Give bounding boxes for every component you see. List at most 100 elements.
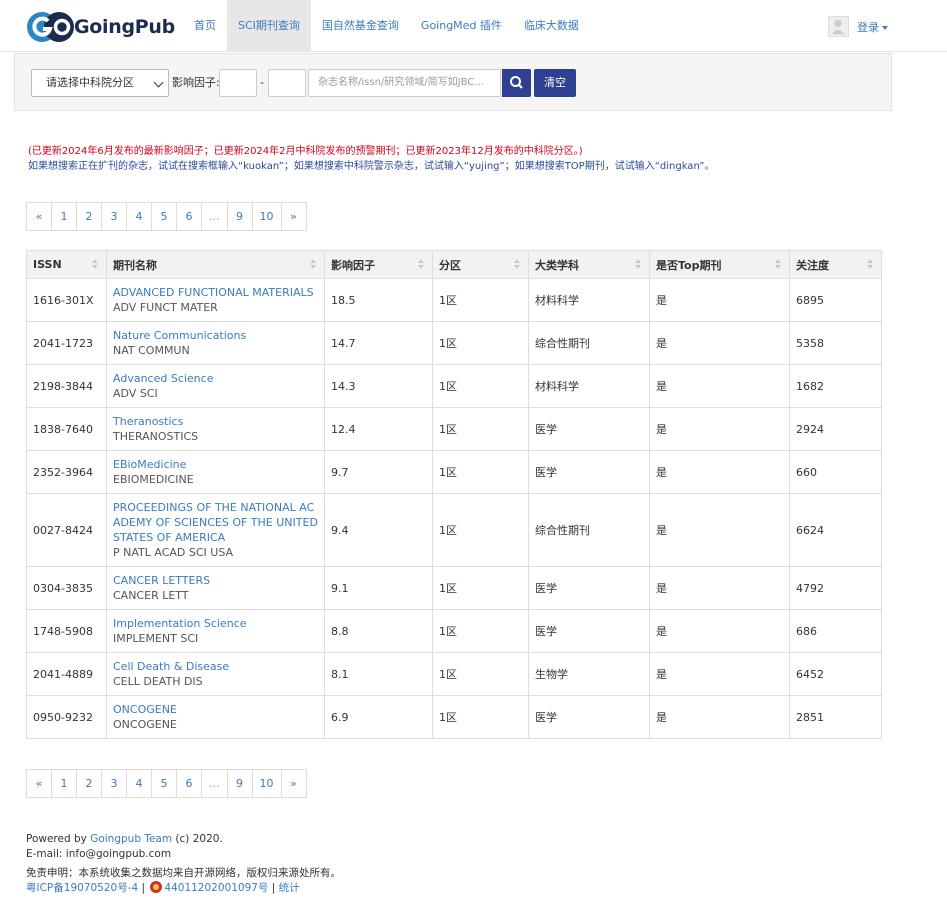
table-row: 0304-3835 CANCER LETTERS CANCER LETT 9.1 … bbox=[26, 566, 882, 610]
cell-issn: 0027-8424 bbox=[26, 493, 107, 567]
nav-clinical-bigdata[interactable]: 临床大数据 bbox=[513, 0, 590, 52]
cell-impact-factor: 9.1 bbox=[324, 566, 433, 610]
cell-attention: 4792 bbox=[789, 566, 882, 610]
page-6[interactable]: 6 bbox=[176, 769, 202, 798]
journal-link[interactable]: PROCEEDINGS OF THE NATIONAL ACADEMY OF S… bbox=[113, 500, 318, 545]
chevron-down-icon bbox=[153, 77, 164, 88]
cell-is-top: 是 bbox=[649, 566, 790, 610]
journal-link[interactable]: Theranostics bbox=[113, 414, 318, 429]
journal-link[interactable]: Cell Death & Disease bbox=[113, 659, 318, 674]
nav-nsfc-search[interactable]: 国自然基金查询 bbox=[311, 0, 410, 52]
journal-link[interactable]: Implementation Science bbox=[113, 616, 318, 631]
page-1[interactable]: 1 bbox=[51, 769, 77, 798]
nav-sci-journal-search[interactable]: SCI期刊查询 bbox=[227, 0, 311, 52]
team-link[interactable]: Goingpub Team bbox=[90, 833, 172, 845]
nav-home[interactable]: 首页 bbox=[183, 0, 227, 52]
page-2[interactable]: 2 bbox=[76, 202, 102, 231]
page-6[interactable]: 6 bbox=[176, 202, 202, 231]
journal-link[interactable]: ADVANCED FUNCTIONAL MATERIALS bbox=[113, 285, 318, 300]
cell-journal: Advanced Science ADV SCI bbox=[106, 364, 325, 408]
stats-link[interactable]: 统计 bbox=[279, 882, 300, 894]
page-4[interactable]: 4 bbox=[126, 202, 152, 231]
page-5[interactable]: 5 bbox=[151, 202, 177, 231]
cell-attention: 660 bbox=[789, 450, 882, 494]
police-record-link[interactable]: 44011202001097号 bbox=[164, 882, 268, 894]
col-journal-name[interactable]: 期刊名称 bbox=[106, 250, 325, 279]
cell-zone: 1区 bbox=[432, 450, 529, 494]
cell-is-top: 是 bbox=[649, 652, 790, 696]
table-row: 2352-3964 EBioMedicine EBIOMEDICINE 9.7 1… bbox=[26, 450, 882, 494]
cell-impact-factor: 14.7 bbox=[324, 321, 433, 365]
registration-row: 粤ICP备19070520号-4 | 44011202001097号 | 统计 bbox=[26, 881, 341, 896]
page-1[interactable]: 1 bbox=[51, 202, 77, 231]
table-row: 1838-7640 Theranostics THERANOSTICS 12.4 … bbox=[26, 407, 882, 451]
cell-subject: 医学 bbox=[528, 566, 650, 610]
page-next[interactable]: » bbox=[280, 769, 307, 798]
cell-zone: 1区 bbox=[432, 278, 529, 322]
col-attention-label: 关注度 bbox=[796, 258, 829, 272]
journal-abbr: P NATL ACAD SCI USA bbox=[113, 546, 234, 559]
page-4[interactable]: 4 bbox=[126, 769, 152, 798]
cell-zone: 1区 bbox=[432, 407, 529, 451]
page-prev[interactable]: « bbox=[26, 769, 52, 798]
search-button[interactable] bbox=[502, 69, 531, 97]
col-subject[interactable]: 大类学科 bbox=[528, 250, 650, 279]
col-is-top-label: 是否Top期刊 bbox=[656, 258, 722, 272]
icp-link[interactable]: 粤ICP备19070520号-4 bbox=[26, 882, 138, 894]
clear-button[interactable]: 清空 bbox=[534, 69, 576, 97]
table-row: 1748-5908 Implementation Science IMPLEMEN… bbox=[26, 609, 882, 653]
cell-issn: 2041-1723 bbox=[26, 321, 107, 365]
cell-attention: 6895 bbox=[789, 278, 882, 322]
brand-logo[interactable]: GoingPub bbox=[26, 11, 175, 43]
col-issn[interactable]: ISSN bbox=[26, 250, 107, 279]
sort-icon bbox=[310, 259, 316, 271]
page-next[interactable]: » bbox=[280, 202, 307, 231]
col-is-top[interactable]: 是否Top期刊 bbox=[649, 250, 790, 279]
journal-link[interactable]: Advanced Science bbox=[113, 371, 318, 386]
sort-icon bbox=[92, 259, 98, 271]
page-prev[interactable]: « bbox=[26, 202, 52, 231]
cas-zone-select[interactable]: 请选择中科院分区 bbox=[31, 69, 169, 97]
cell-issn: 0950-9232 bbox=[26, 695, 107, 739]
cell-issn: 2041-4889 bbox=[26, 652, 107, 696]
page-10[interactable]: 10 bbox=[251, 202, 282, 231]
journal-abbr: CELL DEATH DIS bbox=[113, 675, 203, 688]
cell-subject: 医学 bbox=[528, 450, 650, 494]
cell-journal: Implementation Science IMPLEMENT SCI bbox=[106, 609, 325, 653]
page-9[interactable]: 9 bbox=[226, 202, 253, 231]
update-notice: (已更新2024年6月发布的最新影响因子；已更新2024年2月中科院发布的预警期… bbox=[28, 146, 583, 157]
nav-goingmed-plugin[interactable]: GoingMed 插件 bbox=[410, 0, 513, 52]
journal-link[interactable]: Nature Communications bbox=[113, 328, 318, 343]
powered-prefix: Powered by bbox=[26, 833, 91, 845]
page-10[interactable]: 10 bbox=[251, 769, 282, 798]
cell-journal: Nature Communications NAT COMMUN bbox=[106, 321, 325, 365]
col-attention[interactable]: 关注度 bbox=[789, 250, 882, 279]
col-zone-label: 分区 bbox=[439, 258, 461, 272]
journal-search-input[interactable]: 杂志名称/issn/研究领域/简写如JBC... bbox=[308, 69, 501, 97]
page-9[interactable]: 9 bbox=[226, 769, 253, 798]
page-5[interactable]: 5 bbox=[151, 769, 177, 798]
impact-factor-max-input[interactable] bbox=[268, 69, 306, 97]
journal-link[interactable]: ONCOGENE bbox=[113, 702, 318, 717]
cell-impact-factor: 12.4 bbox=[324, 407, 433, 451]
cell-subject: 医学 bbox=[528, 695, 650, 739]
page-3[interactable]: 3 bbox=[101, 202, 127, 231]
table-row: 0027-8424 PROCEEDINGS OF THE NATIONAL AC… bbox=[26, 493, 882, 567]
page-3[interactable]: 3 bbox=[101, 769, 127, 798]
cell-is-top: 是 bbox=[649, 321, 790, 365]
cell-is-top: 是 bbox=[649, 609, 790, 653]
cell-impact-factor: 18.5 bbox=[324, 278, 433, 322]
user-menu[interactable]: 登录 bbox=[828, 16, 888, 37]
col-impact-factor[interactable]: 影响因子 bbox=[324, 250, 433, 279]
login-link[interactable]: 登录 bbox=[857, 19, 888, 35]
impact-factor-min-input[interactable] bbox=[219, 69, 257, 97]
journal-link[interactable]: CANCER LETTERS bbox=[113, 573, 318, 588]
powered-suffix: (c) 2020. bbox=[172, 833, 223, 845]
col-zone[interactable]: 分区 bbox=[432, 250, 529, 279]
journal-link[interactable]: EBioMedicine bbox=[113, 457, 318, 472]
cell-journal: EBioMedicine EBIOMEDICINE bbox=[106, 450, 325, 494]
cell-issn: 1838-7640 bbox=[26, 407, 107, 451]
page-2[interactable]: 2 bbox=[76, 769, 102, 798]
cell-is-top: 是 bbox=[649, 493, 790, 567]
cell-impact-factor: 8.8 bbox=[324, 609, 433, 653]
